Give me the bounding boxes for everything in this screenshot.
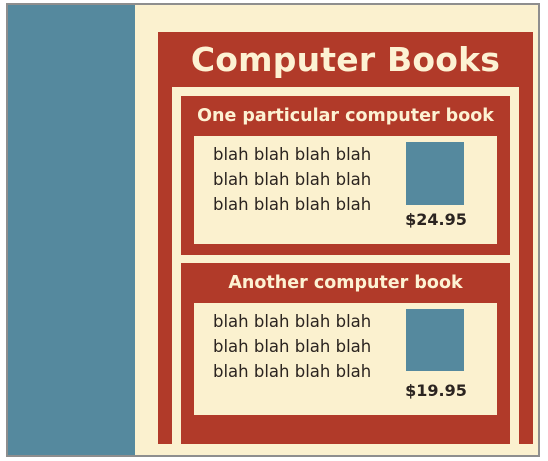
book-title: One particular computer book [197, 106, 494, 126]
description-line: blah blah blah blah [213, 312, 372, 331]
book-cover-image [406, 142, 464, 205]
page-title: Computer Books [190, 40, 501, 79]
book-price: $19.95 [405, 381, 467, 400]
book-list-panel: Computer Books One particular computer b… [158, 32, 533, 444]
book-card: Another computer book blah blah blah bla… [181, 263, 510, 444]
book-title: Another computer book [228, 273, 463, 293]
book-card: One particular computer book blah blah b… [181, 96, 510, 255]
book-description: blah blah blah blah blah blah blah blah … [213, 142, 371, 217]
book-list: One particular computer book blah blah b… [172, 87, 519, 444]
sidebar [8, 5, 135, 455]
book-body: blah blah blah blah blah blah blah blah … [194, 303, 497, 415]
book-description: blah blah blah blah blah blah blah blah … [213, 309, 371, 384]
description-line: blah blah blah blah [213, 170, 372, 189]
book-price: $24.95 [405, 210, 467, 229]
book-body: blah blah blah blah blah blah blah blah … [194, 136, 497, 244]
page-frame: Computer Books One particular computer b… [6, 3, 540, 457]
description-line: blah blah blah blah [213, 145, 372, 164]
description-line: blah blah blah blah [213, 362, 372, 381]
book-cover-image [406, 309, 464, 371]
description-line: blah blah blah blah [213, 337, 372, 356]
description-line: blah blah blah blah [213, 195, 372, 214]
